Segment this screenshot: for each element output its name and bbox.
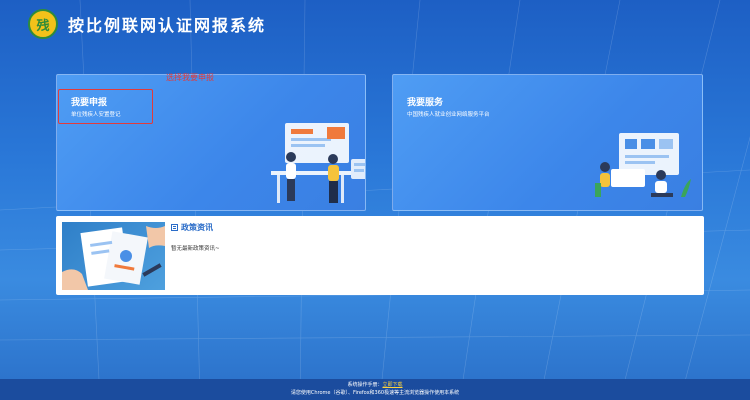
news-title: 政策资讯 [171, 222, 213, 233]
service-card-title: 我要服务 [407, 98, 444, 108]
footer-manual-line: 系统操作手册：立即下载 [0, 381, 750, 389]
news-image [62, 222, 165, 290]
annotation-note: 选择我要申报 [166, 73, 214, 82]
top-header: 残 按比例联网认证网报系统 [0, 0, 750, 48]
annotation-highlight-box [58, 89, 153, 124]
news-title-label: 政策资讯 [181, 223, 213, 232]
service-card-subtitle: 中国残疾人就业创业网络服务平台 [407, 112, 490, 118]
news-empty-text: 暂无最新政策资讯~ [171, 246, 220, 252]
documents-illustration-icon [62, 226, 165, 290]
office-illustration-icon [271, 123, 365, 203]
service-card[interactable]: 我要服务 中国残疾人就业创业网络服务平台 [392, 74, 703, 211]
logo-icon: 残 [28, 9, 58, 39]
service-illustration-icon [595, 133, 691, 197]
news-icon [171, 224, 178, 231]
manual-download-link[interactable]: 立即下载 [383, 382, 403, 388]
news-panel: 政策资讯 暂无最新政策资讯~ [56, 216, 704, 295]
footer: 系统操作手册：立即下载 请您使用Chrome（谷歌）、Firefox和360极速… [0, 379, 750, 400]
footer-browser-tip: 请您使用Chrome（谷歌）、Firefox和360极速等主流浏览器操作使用本系… [290, 390, 460, 396]
site-title: 按比例联网认证网报系统 [68, 16, 267, 35]
manual-label: 系统操作手册： [347, 382, 383, 388]
